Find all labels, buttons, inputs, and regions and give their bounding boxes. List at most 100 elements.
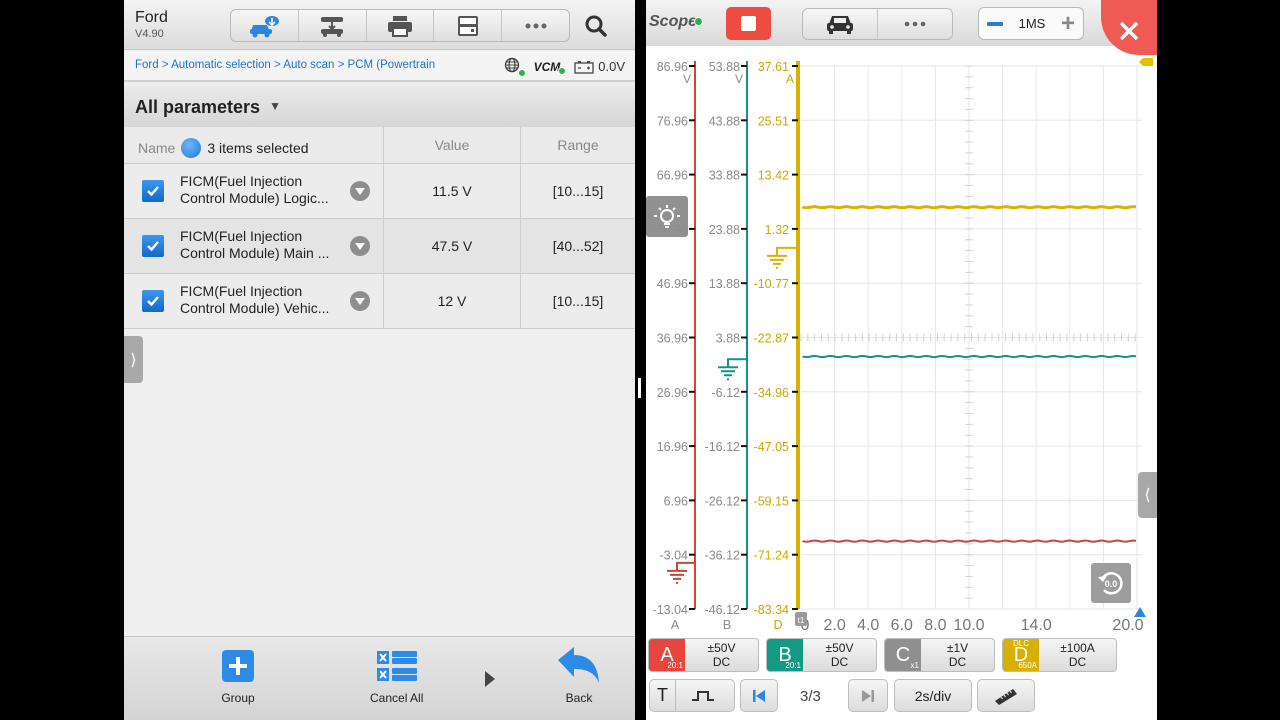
channel-c-settings[interactable]: Cx1 ±1V DC xyxy=(884,638,995,672)
more-actions-arrow[interactable] xyxy=(485,671,495,692)
row-checkbox[interactable] xyxy=(142,290,164,312)
play-arrow-icon xyxy=(485,671,495,687)
page-indicator: 3/3 xyxy=(800,688,821,705)
screen: Ford V4.90 Ford > Automatic selection > … xyxy=(0,0,1280,720)
diagnostics-panel: Ford V4.90 Ford > Automatic selection > … xyxy=(124,0,635,720)
axis-tick-label: 3.88 xyxy=(716,332,740,346)
add-icon xyxy=(222,650,254,682)
channel-a-ratio: 20:1 xyxy=(667,661,683,670)
vehicle-cloud-button[interactable] xyxy=(231,10,299,41)
cancel-all-button[interactable]: Cancel All xyxy=(370,649,423,705)
scope-chart[interactable]: 86.9676.9666.9656.9646.9636.9626.9616.96… xyxy=(646,46,1157,636)
ground-marker-b-lead xyxy=(727,358,747,368)
ground-marker-d-lead xyxy=(776,246,798,256)
group-button[interactable]: Group xyxy=(221,649,255,705)
timebase-label: 2s/div xyxy=(914,687,952,704)
toolbar-group xyxy=(230,9,570,42)
channel-d-settings[interactable]: DLC D 650A ±100A DC xyxy=(1002,638,1117,672)
more-button[interactable] xyxy=(502,10,569,41)
vehicle-transfer-icon xyxy=(321,16,344,37)
row-checkbox[interactable] xyxy=(142,235,164,257)
next-page-button[interactable] xyxy=(848,679,888,712)
increase-button[interactable]: + xyxy=(1061,11,1075,35)
column-header-name[interactable]: Name xyxy=(138,140,175,156)
group-label: Group xyxy=(221,691,255,705)
sort-icon[interactable] xyxy=(181,138,202,158)
axis-tick-label: -34.96 xyxy=(754,386,789,400)
chevron-down-icon xyxy=(355,187,365,195)
trace-b xyxy=(802,354,1137,359)
version-label: V4.90 xyxy=(135,28,164,40)
parameter-name-line2: Control Module) Main ... xyxy=(180,245,330,261)
network-status xyxy=(504,57,526,77)
x-tick-label: 8.0 xyxy=(924,617,946,634)
trigger-settings-button[interactable]: T xyxy=(649,679,735,712)
stop-button[interactable] xyxy=(726,7,771,40)
row-expand-button[interactable] xyxy=(350,181,370,201)
row-expand-button[interactable] xyxy=(350,291,370,311)
measure-button[interactable] xyxy=(977,679,1035,712)
row-checkbox[interactable] xyxy=(142,180,164,202)
channel-b-settings[interactable]: B 20:1 ±50V DC xyxy=(766,638,877,672)
column-header-value: Value xyxy=(384,127,521,163)
first-page-button[interactable] xyxy=(740,679,778,712)
table-row[interactable]: FICM(Fuel Injection Control Module) Logic… xyxy=(124,164,635,219)
table-row[interactable]: FICM(Fuel Injection Control Module) Vehic… xyxy=(124,274,635,329)
channel-b-ratio: 20:1 xyxy=(785,661,801,670)
table-row[interactable]: FICM(Fuel Injection Control Module) Main … xyxy=(124,219,635,274)
timebase-button[interactable]: 2s/div xyxy=(894,679,972,712)
vehicle-button[interactable] xyxy=(803,9,878,39)
car-icon xyxy=(827,16,853,34)
axis-tick-label: 26.96 xyxy=(657,386,688,400)
vehicle-cloud-icon xyxy=(250,15,280,37)
trace-d xyxy=(801,205,1137,210)
battery-icon xyxy=(574,60,594,74)
battery-voltage: 0.0V xyxy=(598,59,625,74)
parameter-value: 47.5 V xyxy=(384,219,521,273)
scope-toolbar-group xyxy=(802,8,953,40)
row-expand-button[interactable] xyxy=(350,236,370,256)
parameter-name-line1: FICM(Fuel Injection xyxy=(180,228,303,244)
cursor-t1-label: t1 xyxy=(798,616,805,625)
channel-b-coupling: DC xyxy=(830,655,849,669)
search-button[interactable] xyxy=(582,12,610,40)
checkmark-icon xyxy=(147,186,159,197)
axis-tick-label: 46.96 xyxy=(657,277,688,291)
parameter-name-line2: Control Module) Vehic... xyxy=(180,300,330,316)
scope-more-button[interactable] xyxy=(878,9,952,39)
ground-marker-b xyxy=(718,366,738,381)
print-button[interactable] xyxy=(367,10,435,41)
x-tick-label: 4.0 xyxy=(857,617,879,634)
vehicle-transfer-button[interactable] xyxy=(299,10,367,41)
channel-a-settings[interactable]: A 20:1 ±50V DC xyxy=(648,638,759,672)
expand-side-panel-tab[interactable]: ⟩ xyxy=(124,336,143,383)
axis-tick-label: 33.88 xyxy=(709,169,740,183)
parameter-filter-dropdown[interactable]: All parameters ▼ xyxy=(124,86,635,126)
axis-channel-label: D xyxy=(773,618,782,632)
ground-marker-d xyxy=(767,254,787,269)
back-button[interactable]: Back xyxy=(556,645,602,705)
axis-tick-label: 13.42 xyxy=(758,169,789,183)
connected-check-icon xyxy=(517,69,526,77)
save-button[interactable] xyxy=(434,10,503,41)
axis-tick-label: -22.87 xyxy=(754,332,789,346)
channel-a-coupling: DC xyxy=(712,655,731,669)
backlight-button[interactable] xyxy=(646,196,688,237)
split-divider-handle[interactable] xyxy=(638,378,641,398)
selected-count: 3 items selected xyxy=(207,140,309,156)
decrease-button[interactable] xyxy=(987,21,1003,26)
ground-marker-a-lead xyxy=(676,561,695,571)
x-tick-label: 6.0 xyxy=(891,617,913,634)
ruler-icon xyxy=(995,688,1017,705)
breadcrumb-bar: Ford > Automatic selection > Auto scan >… xyxy=(124,51,635,82)
reset-offset-button[interactable]: 0.0 xyxy=(1091,563,1131,603)
scope-plot[interactable]: 86.9676.9666.9656.9646.9636.9626.9616.96… xyxy=(646,46,1157,636)
expand-scope-side-tab[interactable]: ⟨ xyxy=(1138,472,1157,518)
skip-back-icon xyxy=(753,689,765,702)
axis-tick-label: 23.88 xyxy=(709,223,740,237)
chevron-right-icon: ⟩ xyxy=(130,351,137,369)
trace-a xyxy=(802,539,1137,543)
axis-tick-label: -10.77 xyxy=(754,277,789,291)
scope-toolbar: Scope 1MS + xyxy=(646,0,1157,55)
breadcrumb[interactable]: Ford > Automatic selection > Auto scan >… xyxy=(135,59,435,71)
